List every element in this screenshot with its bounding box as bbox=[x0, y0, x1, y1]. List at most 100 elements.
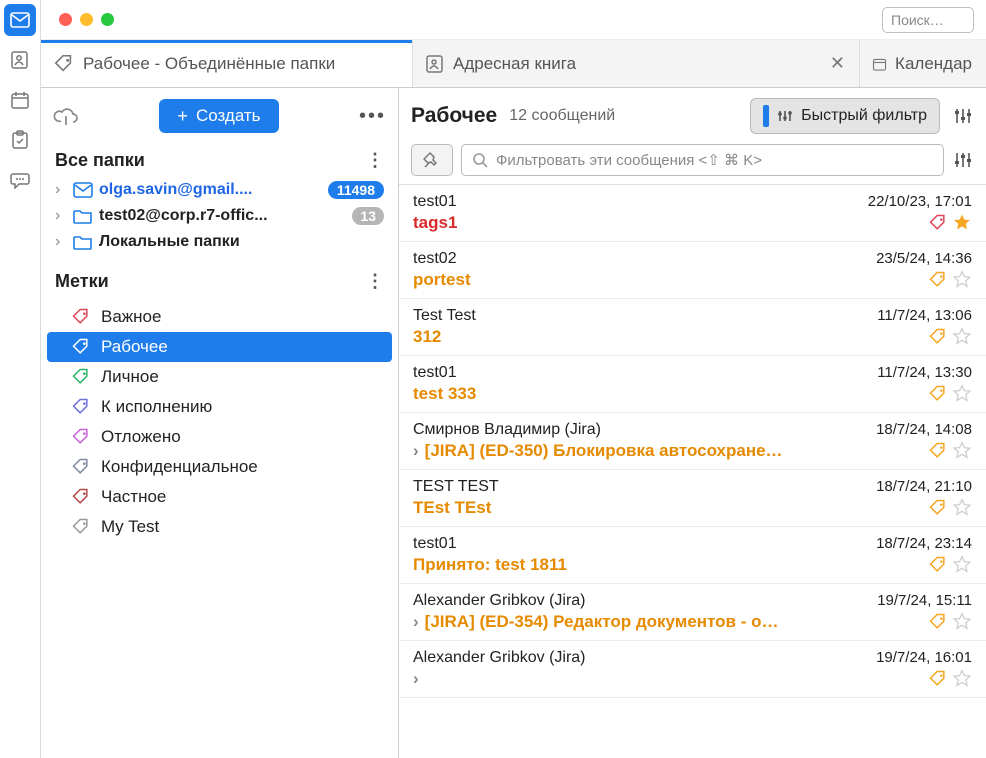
zoom-window[interactable] bbox=[101, 13, 114, 26]
tag-row[interactable]: Важное bbox=[41, 302, 398, 332]
folder-row[interactable]: ›test02@corp.r7-offic...13 bbox=[41, 203, 398, 229]
tag-row[interactable]: Частное bbox=[41, 482, 398, 512]
tag-row[interactable]: Отложено bbox=[41, 422, 398, 452]
tab-calendar[interactable]: Календар bbox=[860, 40, 986, 87]
message-subject: ›[JIRA] (ED-350) Блокировка автосохране… bbox=[413, 441, 783, 461]
message-subject: portest bbox=[413, 270, 471, 290]
star-icon[interactable] bbox=[952, 441, 972, 461]
tag-row[interactable]: Личное bbox=[41, 362, 398, 392]
all-folders-label: Все папки bbox=[55, 150, 145, 171]
quick-filter-button[interactable]: Быстрый фильтр bbox=[750, 98, 940, 134]
tags-label: Метки bbox=[55, 271, 109, 292]
tab-main[interactable]: Рабочее - Объединённые папки bbox=[41, 40, 413, 87]
display-settings-icon[interactable] bbox=[952, 149, 974, 171]
folder-row[interactable]: ›olga.savin@gmail....11498 bbox=[41, 177, 398, 203]
message-sender: Смирнов Владимир (Jira) bbox=[413, 421, 601, 439]
message-item[interactable]: test0111/7/24, 13:30test 333 bbox=[399, 356, 986, 413]
tag-icon bbox=[928, 270, 948, 290]
message-subject: Принято: test 1811 bbox=[413, 555, 567, 575]
message-item[interactable]: Alexander Gribkov (Jira)19/7/24, 15:11›[… bbox=[399, 584, 986, 641]
close-window[interactable] bbox=[59, 13, 72, 26]
chevron-right-icon[interactable]: › bbox=[413, 441, 419, 460]
folder-icon bbox=[73, 208, 93, 224]
tag-row[interactable]: К исполнению bbox=[41, 392, 398, 422]
chevron-right-icon[interactable]: › bbox=[413, 612, 419, 631]
message-count: 12 сообщений bbox=[509, 107, 615, 125]
filter-toolbar: Фильтровать эти сообщения <⇧ ⌘ K> bbox=[399, 144, 986, 184]
chevron-right-icon[interactable]: › bbox=[55, 207, 67, 225]
tag-label: Личное bbox=[101, 367, 159, 387]
message-item[interactable]: test0223/5/24, 14:36portest bbox=[399, 242, 986, 299]
pin-toggle[interactable] bbox=[411, 144, 453, 176]
message-item[interactable]: test0122/10/23, 17:01tags1 bbox=[399, 185, 986, 242]
rail-addressbook[interactable] bbox=[4, 44, 36, 76]
addressbook-icon bbox=[425, 55, 445, 73]
close-icon[interactable]: ✕ bbox=[830, 53, 845, 74]
sidebar-toolbar: + Создать ••• bbox=[41, 88, 398, 144]
message-date: 11/7/24, 13:30 bbox=[877, 364, 972, 382]
tag-row[interactable]: Конфиденциальное bbox=[41, 452, 398, 482]
titlebar: Поиск… bbox=[41, 0, 986, 40]
kebab-icon[interactable]: ⋮ bbox=[366, 271, 384, 292]
create-button[interactable]: + Создать bbox=[159, 99, 278, 133]
message-item[interactable]: TEST TEST18/7/24, 21:10TEst TEst bbox=[399, 470, 986, 527]
message-sender: TEST TEST bbox=[413, 478, 499, 496]
tag-label: Частное bbox=[101, 487, 166, 507]
star-icon[interactable] bbox=[952, 327, 972, 347]
search-placeholder: Поиск… bbox=[891, 12, 944, 28]
rail-mail[interactable] bbox=[4, 4, 36, 36]
star-icon[interactable] bbox=[952, 612, 972, 632]
star-icon[interactable] bbox=[952, 669, 972, 689]
global-search-input[interactable]: Поиск… bbox=[882, 7, 974, 33]
all-folders-header: Все папки ⋮ bbox=[41, 144, 398, 177]
message-item[interactable]: Alexander Gribkov (Jira)19/7/24, 16:01› bbox=[399, 641, 986, 698]
star-icon[interactable] bbox=[952, 213, 972, 233]
message-icons bbox=[928, 498, 972, 518]
star-icon[interactable] bbox=[952, 498, 972, 518]
message-filter-input[interactable]: Фильтровать эти сообщения <⇧ ⌘ K> bbox=[461, 144, 944, 176]
folder-icon bbox=[73, 234, 93, 250]
message-date: 18/7/24, 14:08 bbox=[876, 421, 972, 439]
chevron-right-icon[interactable]: › bbox=[55, 181, 67, 199]
star-icon[interactable] bbox=[952, 384, 972, 404]
chevron-right-icon[interactable]: › bbox=[55, 233, 67, 251]
tag-row[interactable]: My Test bbox=[41, 512, 398, 542]
star-icon[interactable] bbox=[952, 270, 972, 290]
message-sender: Test Test bbox=[413, 307, 476, 325]
tag-row[interactable]: Рабочее bbox=[47, 332, 392, 362]
message-item[interactable]: Test Test11/7/24, 13:06312 bbox=[399, 299, 986, 356]
search-icon bbox=[472, 152, 488, 168]
tag-icon bbox=[71, 487, 91, 507]
rail-chat[interactable] bbox=[4, 164, 36, 196]
folders-list: ›olga.savin@gmail....11498›test02@corp.r… bbox=[41, 177, 398, 255]
unread-badge: 13 bbox=[352, 207, 384, 225]
tag-icon bbox=[928, 213, 948, 233]
star-icon[interactable] bbox=[952, 555, 972, 575]
filter-placeholder: Фильтровать эти сообщения <⇧ ⌘ K> bbox=[496, 151, 762, 169]
tab-addressbook[interactable]: Адресная книга ✕ bbox=[413, 40, 860, 87]
message-item[interactable]: test0118/7/24, 23:14Принято: test 1811 bbox=[399, 527, 986, 584]
window-controls bbox=[59, 13, 114, 26]
message-list[interactable]: test0122/10/23, 17:01tags1test0223/5/24,… bbox=[399, 184, 986, 758]
tag-icon bbox=[928, 498, 948, 518]
addressbook-icon bbox=[10, 51, 30, 69]
minimize-window[interactable] bbox=[80, 13, 93, 26]
tasks-icon bbox=[10, 130, 30, 150]
rail-calendar[interactable] bbox=[4, 84, 36, 116]
kebab-icon[interactable]: ⋮ bbox=[366, 150, 384, 171]
display-settings-icon[interactable] bbox=[952, 105, 974, 127]
cloud-sync-icon[interactable] bbox=[53, 105, 79, 127]
message-date: 22/10/23, 17:01 bbox=[868, 193, 972, 211]
rail-tasks[interactable] bbox=[4, 124, 36, 156]
inbox-icon bbox=[73, 182, 93, 198]
tag-label: К исполнению bbox=[101, 397, 212, 417]
chevron-right-icon[interactable]: › bbox=[413, 669, 419, 688]
chat-icon bbox=[10, 171, 30, 189]
more-icon[interactable]: ••• bbox=[359, 105, 386, 128]
message-list-header: Рабочее 12 сообщений Быстрый фильтр bbox=[399, 88, 986, 144]
calendar-icon bbox=[10, 91, 30, 109]
tag-icon bbox=[53, 53, 75, 75]
message-item[interactable]: Смирнов Владимир (Jira) 18/7/24, 14:08 ›[J… bbox=[399, 413, 986, 470]
tag-icon bbox=[71, 517, 91, 537]
folder-row[interactable]: ›Локальные папки bbox=[41, 229, 398, 255]
